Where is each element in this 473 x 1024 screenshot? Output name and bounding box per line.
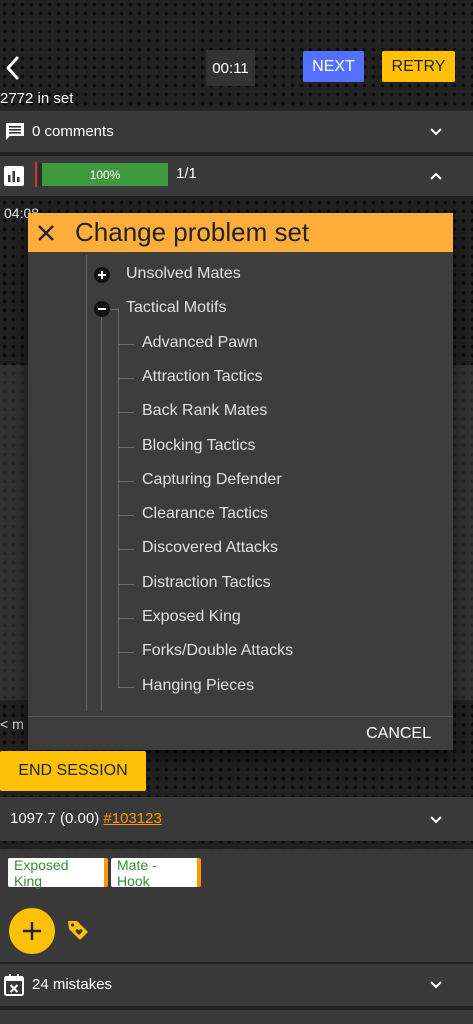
comments-label: 0 comments [32, 123, 114, 140]
chevron-down-icon[interactable] [429, 813, 443, 827]
progress-marker [35, 162, 37, 187]
tag-heart-icon[interactable] [66, 918, 90, 942]
tree-connector [118, 549, 134, 551]
cancel-button[interactable]: CANCEL [366, 725, 431, 743]
calendar-x-icon [4, 974, 24, 996]
retry-button[interactable]: RETRY [382, 51, 455, 82]
close-icon[interactable] [34, 221, 58, 245]
tree-connector [118, 686, 134, 688]
tag-mate-hook[interactable]: Mate - Hook [111, 857, 201, 889]
bar-chart-icon [4, 166, 24, 186]
progress-label: 100% [89, 167, 121, 182]
tree-leaf-back-rank-mates[interactable]: Back Rank Mates [142, 402, 267, 420]
set-count: 2772 in set [0, 90, 74, 107]
tree-connector [118, 652, 134, 654]
plus-icon [23, 922, 41, 940]
change-problem-set-dialog: Change problem set Unsolved Mates Tactica… [28, 213, 453, 750]
tree-guide-line [101, 309, 102, 711]
tree-guide-line [118, 309, 119, 687]
collapse-icon[interactable] [94, 301, 110, 318]
tree-leaf-advanced-pawn[interactable]: Advanced Pawn [142, 334, 258, 352]
bottom-bar [0, 1010, 473, 1024]
comments-bar[interactable]: 0 comments [0, 110, 473, 152]
back-button[interactable] [2, 54, 26, 82]
tree-node-tactical-motifs[interactable]: Tactical Motifs [126, 299, 226, 317]
tags-bar: Exposed King Mate - Hook [0, 849, 473, 899]
add-button[interactable] [9, 908, 55, 954]
tree-leaf-distraction-tactics[interactable]: Distraction Tactics [142, 574, 271, 592]
tree-leaf-blocking-tactics[interactable]: Blocking Tactics [142, 437, 256, 455]
timer: 00:11 [206, 50, 255, 86]
tree-connector [118, 446, 134, 448]
tree-connector [118, 515, 134, 517]
tree-connector [118, 343, 134, 345]
chevron-left-icon [6, 56, 19, 80]
tree-connector [118, 583, 134, 585]
tree-connector [118, 377, 134, 379]
obscured-text: < m [0, 716, 24, 732]
dialog-divider [28, 716, 453, 717]
tree-connector [118, 412, 134, 414]
comment-icon [6, 123, 24, 140]
tree-leaf-clearance-tactics[interactable]: Clearance Tactics [142, 505, 268, 523]
progress-fill: 100% [42, 163, 168, 186]
tag-exposed-king[interactable]: Exposed King [8, 857, 108, 889]
actions-bar [0, 899, 473, 962]
tree-leaf-discovered-attacks[interactable]: Discovered Attacks [142, 539, 278, 557]
tree-leaf-forks-double-attacks[interactable]: Forks/Double Attacks [142, 642, 293, 660]
tree-connector [118, 480, 134, 482]
progress-bar: 100% [34, 163, 168, 186]
tree-leaf-hanging-pieces[interactable]: Hanging Pieces [142, 677, 254, 695]
rating-bar[interactable]: 1097.7 (0.00) #103123 [0, 797, 473, 841]
expand-icon[interactable] [94, 267, 110, 283]
chevron-down-icon[interactable] [429, 125, 443, 139]
tree-leaf-exposed-king[interactable]: Exposed King [142, 608, 241, 626]
rating-text: 1097.7 (0.00) #103123 [10, 810, 162, 827]
dialog-title: Change problem set [75, 217, 310, 247]
tree-connector [118, 618, 134, 619]
dialog-header: Change problem set [28, 213, 453, 252]
tree-leaf-capturing-defender[interactable]: Capturing Defender [142, 471, 282, 489]
mistakes-bar[interactable]: 24 mistakes [0, 964, 473, 1006]
end-session-button[interactable]: END SESSION [0, 751, 146, 791]
tree-leaf-attraction-tactics[interactable]: Attraction Tactics [142, 368, 263, 386]
problem-id-link[interactable]: #103123 [103, 810, 161, 827]
progress-count: 1/1 [176, 165, 197, 182]
rating-value: 1097.7 (0.00) [10, 810, 104, 827]
tree-node-unsolved-mates[interactable]: Unsolved Mates [126, 265, 241, 283]
mistakes-label: 24 mistakes [32, 976, 113, 993]
chevron-down-icon[interactable] [429, 978, 443, 992]
tree-guide-line [86, 255, 87, 711]
chevron-up-icon[interactable] [429, 169, 443, 183]
next-button[interactable]: NEXT [303, 51, 364, 82]
